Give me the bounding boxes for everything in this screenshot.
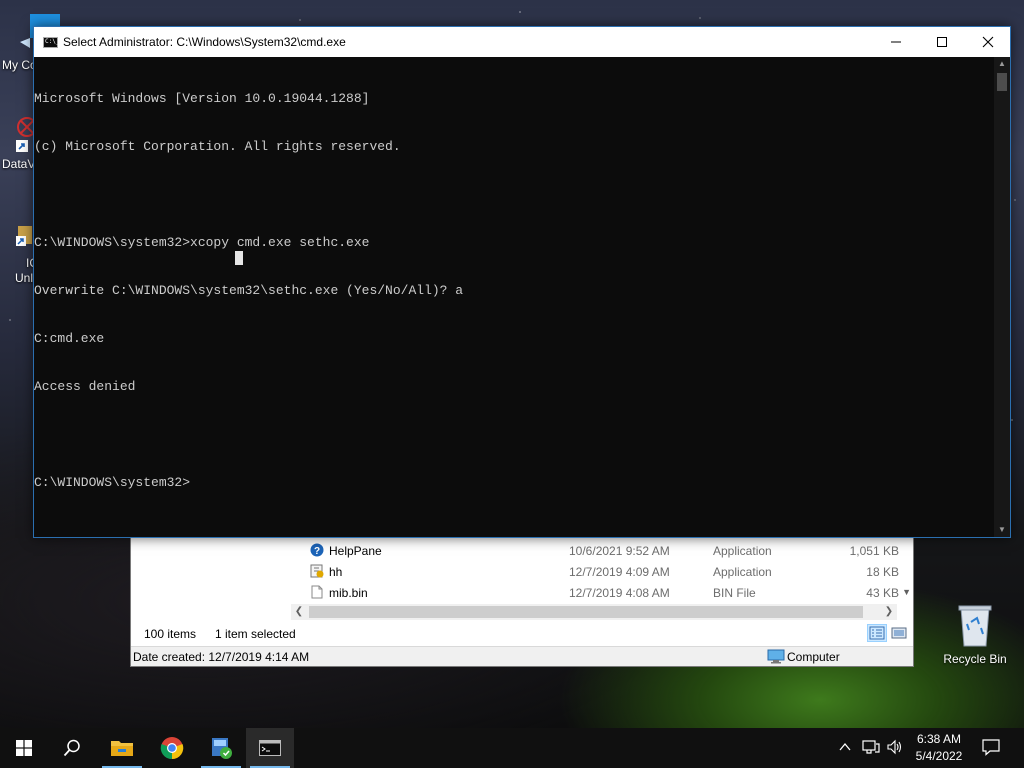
- scroll-down-arrow-icon[interactable]: ▼: [994, 523, 1010, 537]
- console-line: (c) Microsoft Corporation. All rights re…: [34, 139, 401, 154]
- file-name: HelpPane: [329, 544, 382, 558]
- file-explorer-window[interactable]: ? HelpPane 10/6/2021 9:52 AM Application…: [130, 537, 914, 667]
- cmd-icon: [259, 740, 281, 756]
- cmd-icon: C:\_: [43, 37, 59, 48]
- vertical-scrollbar[interactable]: ▲ ▼: [994, 57, 1010, 537]
- folder-icon: [111, 741, 133, 756]
- clock-date: 5/4/2022: [915, 749, 963, 763]
- file-size: 1,051 KB: [849, 544, 899, 558]
- file-type: Application: [713, 565, 772, 579]
- scroll-up-arrow-icon[interactable]: ▲: [994, 57, 1010, 71]
- minimize-icon: [891, 41, 901, 43]
- maximize-button[interactable]: [919, 27, 965, 57]
- help-file-icon: [310, 564, 324, 578]
- close-button[interactable]: [965, 27, 1011, 57]
- file-date: 12/7/2019 4:09 AM: [569, 565, 670, 579]
- file-size: 43 KB: [866, 586, 899, 600]
- desktop-icon-label: Unl: [15, 271, 34, 285]
- desktop-icon-label: My Co: [2, 58, 37, 72]
- console-line: Access denied: [34, 379, 136, 394]
- large-icons-view-button[interactable]: [889, 624, 909, 642]
- date-created: Date created: 12/7/2019 4:14 AM: [133, 650, 310, 664]
- cmd-window[interactable]: C:\_ Select Administrator: C:\Windows\Sy…: [33, 26, 1011, 538]
- scrollbar-thumb[interactable]: [309, 606, 863, 618]
- windows-logo-icon: [16, 740, 32, 756]
- scroll-down-arrow-icon[interactable]: ▼: [902, 587, 911, 597]
- start-button[interactable]: [0, 728, 48, 768]
- volume-icon: [887, 739, 902, 755]
- computer-icon: [767, 649, 785, 667]
- notifications-button[interactable]: [982, 738, 1000, 768]
- file-explorer-taskbar-button[interactable]: [98, 728, 146, 768]
- search-icon: [63, 739, 80, 757]
- clock-time: 6:38 AM: [916, 732, 962, 746]
- network-button[interactable]: [862, 739, 880, 768]
- item-count: 100 items: [144, 627, 197, 641]
- file-type: Application: [713, 544, 772, 558]
- text-cursor: [235, 251, 243, 265]
- file-date: 12/7/2019 4:08 AM: [569, 586, 670, 600]
- horizontal-scrollbar[interactable]: ❮ ❯: [291, 604, 897, 620]
- file-type: BIN File: [713, 586, 756, 600]
- svg-text:?: ?: [314, 546, 320, 557]
- file-size: 18 KB: [866, 565, 899, 579]
- console-line: Microsoft Windows [Version 10.0.19044.12…: [34, 91, 370, 106]
- console-line: C:cmd.exe: [34, 331, 105, 346]
- file-row[interactable]: mib.bin 12/7/2019 4:08 AM BIN File 43 KB: [307, 582, 907, 603]
- scrollbar-thumb[interactable]: [997, 73, 1007, 91]
- console-line: Overwrite C:\WINDOWS\system32\sethc.exe …: [34, 283, 464, 298]
- show-hidden-icons-button[interactable]: [838, 740, 852, 768]
- file-date: 10/6/2021 9:52 AM: [569, 544, 670, 558]
- details-view-icon: [869, 626, 885, 640]
- location-label: Computer: [787, 650, 840, 664]
- taskbar: 6:38 AM 5/4/2022: [0, 728, 1024, 768]
- desktop-icon-label: DataV: [2, 157, 36, 171]
- scroll-left-arrow-icon[interactable]: ❮: [291, 604, 307, 620]
- file-row[interactable]: hh 12/7/2019 4:09 AM Application 18 KB: [307, 561, 907, 582]
- window-title: Select Administrator: C:\Windows\System3…: [63, 35, 346, 49]
- recycle-bin-label: Recycle Bin: [943, 652, 1007, 666]
- file-name: hh: [329, 565, 343, 579]
- details-bar: Date created: 12/7/2019 4:14 AM Computer: [131, 646, 913, 666]
- navigation-pane[interactable]: [131, 538, 291, 620]
- app-icon: [212, 738, 232, 759]
- clock[interactable]: 6:38 AM 5/4/2022: [904, 731, 974, 765]
- volume-button[interactable]: [886, 739, 902, 768]
- chevron-up-icon: [839, 742, 851, 751]
- scroll-right-arrow-icon[interactable]: ❯: [881, 604, 897, 620]
- search-button[interactable]: [48, 728, 96, 768]
- chrome-icon: [160, 737, 184, 760]
- file-name: mib.bin: [329, 586, 368, 600]
- shortcut-arrow-icon: [16, 140, 28, 152]
- close-icon: [982, 36, 994, 48]
- file-row[interactable]: ? HelpPane 10/6/2021 9:52 AM Application…: [307, 540, 907, 561]
- console-prompt[interactable]: C:\WINDOWS\system32>: [34, 475, 996, 491]
- details-view-button[interactable]: [867, 624, 887, 642]
- cmd-taskbar-button[interactable]: [246, 728, 294, 768]
- title-bar[interactable]: C:\_ Select Administrator: C:\Windows\Sy…: [34, 27, 1010, 57]
- help-icon: ?: [310, 543, 324, 557]
- status-bar: 100 items 1 item selected: [131, 622, 913, 644]
- console-line: C:\WINDOWS\system32>xcopy cmd.exe sethc.…: [34, 235, 370, 250]
- chrome-taskbar-button[interactable]: [148, 728, 196, 768]
- app-taskbar-button[interactable]: [197, 728, 245, 768]
- minimize-button[interactable]: [873, 27, 919, 57]
- network-icon: [862, 740, 880, 754]
- large-icons-view-icon: [891, 627, 907, 639]
- notification-icon: [982, 739, 1000, 756]
- file-icon: [310, 585, 324, 599]
- shortcut-icon: [16, 226, 34, 248]
- recycle-bin-icon: [955, 602, 995, 648]
- selection-count: 1 item selected: [215, 627, 296, 641]
- desktop-icon-recycle-bin[interactable]: Recycle Bin: [942, 602, 1008, 666]
- maximize-icon: [937, 37, 947, 47]
- console-output[interactable]: Microsoft Windows [Version 10.0.19044.12…: [34, 57, 996, 537]
